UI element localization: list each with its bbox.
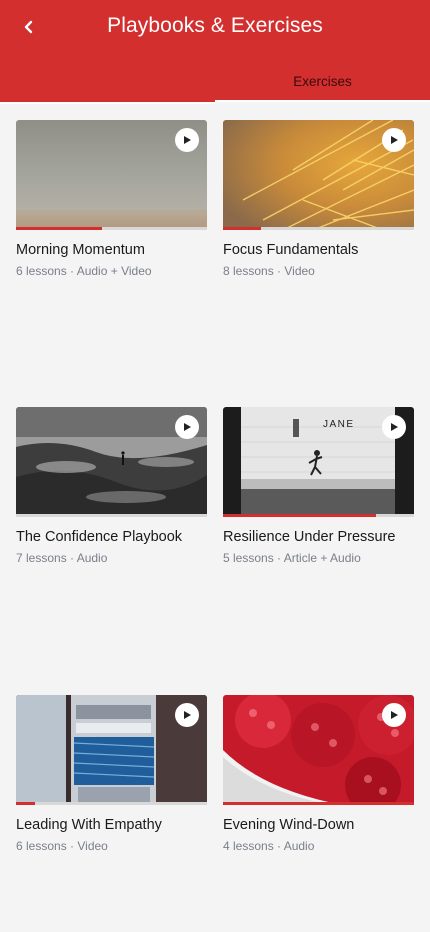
progress-fill xyxy=(223,227,262,230)
tab-left[interactable] xyxy=(0,60,215,102)
playbook-card-confidence-playbook[interactable]: The Confidence Playbook 7 lessons · Audi… xyxy=(16,407,207,565)
card-meta: 4 lessons · Audio xyxy=(223,839,315,853)
playbook-card-focus-fundamentals[interactable]: Focus Fundamentals 8 lessons · Video xyxy=(223,120,414,278)
card-thumbnail xyxy=(223,695,414,805)
progress-bar xyxy=(16,514,207,517)
card-meta: 5 lessons · Article + Audio xyxy=(223,551,361,565)
card-thumbnail xyxy=(16,695,207,805)
progress-fill xyxy=(16,227,102,230)
card-meta: 6 lessons · Audio + Video xyxy=(16,264,152,278)
progress-bar xyxy=(16,227,207,230)
card-title: Resilience Under Pressure xyxy=(223,529,396,545)
tab-indicator xyxy=(215,100,430,102)
tab-exercises[interactable]: Exercises xyxy=(215,60,430,102)
play-icon xyxy=(391,136,398,144)
playbook-card-evening-wind-down[interactable]: Evening Wind-Down 4 lessons · Audio xyxy=(223,695,414,853)
tab-bar: Exercises xyxy=(0,60,430,102)
platform-sign-text: JANE xyxy=(323,419,355,430)
play-icon xyxy=(184,423,191,431)
card-title: Morning Momentum xyxy=(16,242,145,258)
playbook-card-leading-with-empathy[interactable]: Leading With Empathy 6 lessons · Video xyxy=(16,695,207,853)
card-meta: 7 lessons · Audio xyxy=(16,551,108,565)
card-title: Evening Wind-Down xyxy=(223,817,355,833)
header-divider xyxy=(0,102,215,104)
page-title: Playbooks & Exercises xyxy=(107,14,323,37)
card-thumbnail xyxy=(223,120,414,230)
play-button[interactable] xyxy=(382,703,406,727)
card-thumbnail: JANE xyxy=(223,407,414,517)
playbook-card-resilience-under-pressure[interactable]: JANE Resilience Under Pressure 5 lessons… xyxy=(223,407,414,565)
card-title: The Confidence Playbook xyxy=(16,529,183,545)
progress-bar xyxy=(223,802,414,805)
play-button[interactable] xyxy=(175,128,199,152)
card-meta: 8 lessons · Video xyxy=(223,264,315,278)
progress-bar xyxy=(16,802,207,805)
card-thumbnail xyxy=(16,120,207,230)
progress-fill xyxy=(223,514,376,517)
play-button[interactable] xyxy=(382,415,406,439)
progress-fill xyxy=(223,802,414,805)
playbook-card-morning-momentum[interactable]: Morning Momentum 6 lessons · Audio + Vid… xyxy=(16,120,207,278)
play-icon xyxy=(184,136,191,144)
app-header: Playbooks & Exercises Exercises xyxy=(0,0,430,102)
progress-fill xyxy=(16,802,36,805)
progress-bar xyxy=(223,514,414,517)
play-button[interactable] xyxy=(175,415,199,439)
card-meta: 6 lessons · Video xyxy=(16,839,108,853)
play-icon xyxy=(391,423,398,431)
progress-bar xyxy=(223,227,414,230)
play-icon xyxy=(184,711,191,719)
card-title: Leading With Empathy xyxy=(16,817,162,833)
card-thumbnail xyxy=(16,407,207,517)
play-button[interactable] xyxy=(175,703,199,727)
play-button[interactable] xyxy=(382,128,406,152)
play-icon xyxy=(391,711,398,719)
card-title: Focus Fundamentals xyxy=(223,242,359,258)
